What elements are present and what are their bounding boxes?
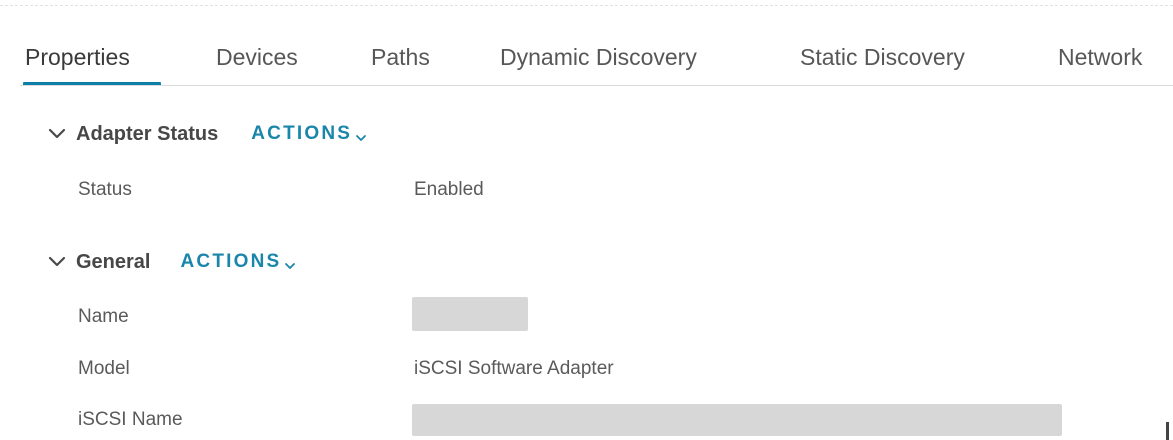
general-actions-button[interactable]: ACTIONS xyxy=(180,251,296,273)
tab-devices[interactable]: Devices xyxy=(216,42,298,72)
name-value-redacted xyxy=(412,297,528,331)
status-label: Status xyxy=(78,179,132,200)
chevron-down-icon[interactable] xyxy=(46,123,68,145)
adapter-status-header: Adapter Status ACTIONS xyxy=(46,118,367,150)
adapter-properties-panel: Properties Devices Paths Dynamic Discove… xyxy=(0,0,1173,440)
tab-dynamic-discovery[interactable]: Dynamic Discovery xyxy=(500,42,697,72)
top-divider xyxy=(0,5,1173,6)
tab-properties[interactable]: Properties xyxy=(25,42,130,72)
text-cursor xyxy=(1166,422,1169,440)
chevron-down-icon[interactable] xyxy=(46,251,68,273)
model-value: iSCSI Software Adapter xyxy=(414,358,614,379)
tab-static-discovery[interactable]: Static Discovery xyxy=(800,42,965,72)
tab-bar-border xyxy=(20,85,1173,86)
actions-label: ACTIONS xyxy=(251,123,353,144)
iscsi-name-label: iSCSI Name xyxy=(78,409,183,430)
general-title: General xyxy=(76,250,151,273)
model-label: Model xyxy=(78,358,130,379)
actions-label: ACTIONS xyxy=(180,251,282,272)
tab-network[interactable]: Network xyxy=(1058,42,1142,72)
general-header: General ACTIONS xyxy=(46,246,296,278)
caret-down-icon xyxy=(284,256,296,269)
adapter-status-title: Adapter Status xyxy=(76,122,219,145)
tab-paths[interactable]: Paths xyxy=(371,42,430,72)
adapter-status-actions-button[interactable]: ACTIONS xyxy=(251,123,367,145)
status-value: Enabled xyxy=(414,179,484,200)
iscsi-name-value-redacted xyxy=(412,404,1062,436)
caret-down-icon xyxy=(355,128,367,141)
name-label: Name xyxy=(78,306,129,327)
tab-bar: Properties Devices Paths Dynamic Discove… xyxy=(0,30,1173,88)
